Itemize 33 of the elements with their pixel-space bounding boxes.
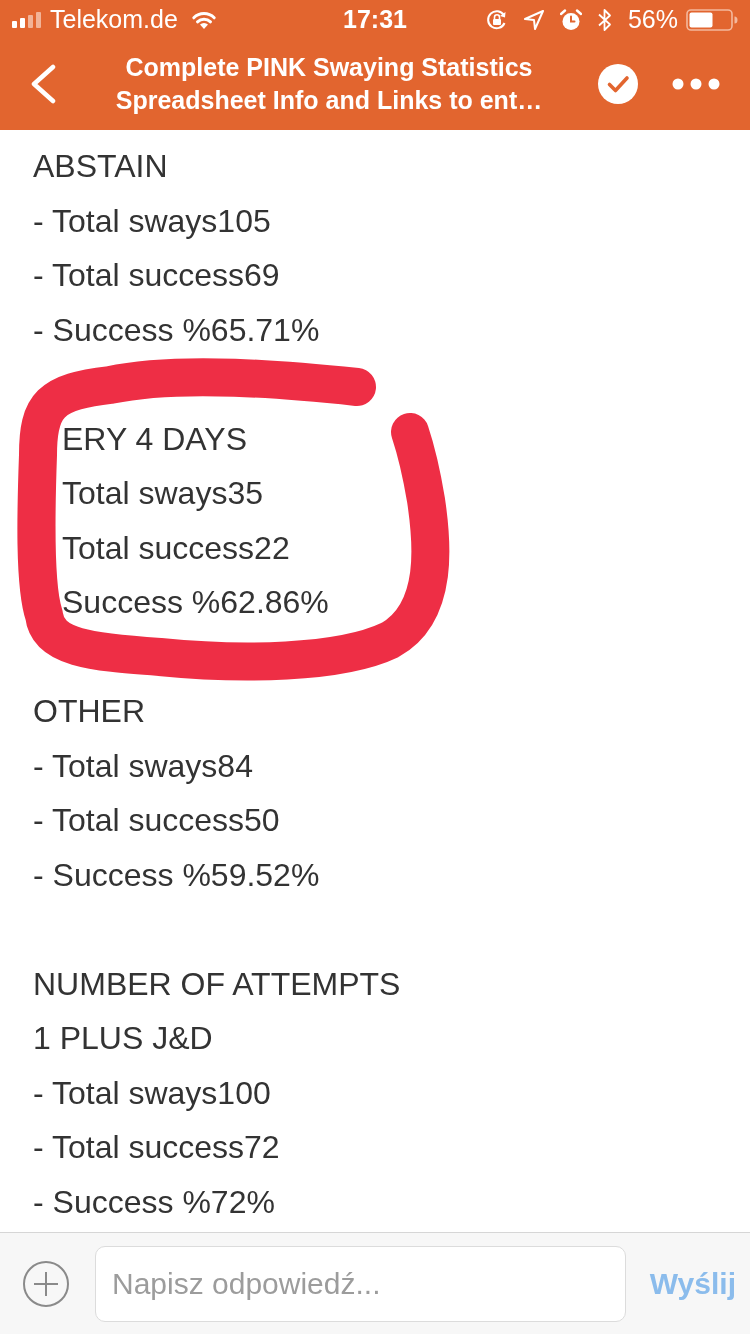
conversation-title: Complete PINK Swaying Statistics Spreadsheet Info and Links to ent… (114, 52, 544, 116)
battery-percentage: 56% (627, 4, 678, 36)
note-text-line: - Success %65.71% (33, 310, 320, 350)
more-options-icon[interactable] (672, 78, 720, 90)
note-text-line: Total success22 (62, 528, 290, 568)
location-arrow-icon (523, 10, 544, 30)
alarm-clock-icon (559, 9, 582, 31)
carrier-name: Telekom.de (50, 4, 178, 36)
note-text-line: NUMBER OF ATTEMPTS (33, 964, 401, 1004)
note-text-line: OTHER (33, 692, 145, 731)
check-circle-icon[interactable] (598, 64, 638, 104)
rotation-lock-icon (485, 9, 508, 31)
note-text-line: Total sways35 (62, 474, 263, 513)
note-text-line: - Success %72% (33, 1182, 275, 1222)
note-text-line: - Total sways84 (33, 746, 253, 786)
note-text-line: - Success %59.52% (33, 855, 320, 895)
add-icon[interactable] (23, 1260, 69, 1307)
note-text-line: - Total sways100 (33, 1073, 271, 1113)
note-text-line: ERY 4 DAYS (62, 419, 247, 459)
note-text-line: - Total sways105 (33, 201, 271, 241)
signal-strength-icon (12, 12, 42, 28)
back-icon[interactable] (30, 64, 56, 104)
note-text-line: - Total success72 (33, 1128, 280, 1167)
status-time: 17:31 (343, 4, 407, 36)
battery-icon (686, 9, 738, 31)
note-text-line: ABSTAIN (33, 147, 168, 186)
reply-input-field[interactable]: Napisz odpowiedź... (95, 1245, 626, 1322)
wifi-icon (189, 11, 218, 29)
note-text-line: - Total success50 (33, 801, 280, 840)
note-text-line: Success %62.86% (62, 583, 329, 622)
note-text-line: - Total success69 (33, 256, 280, 295)
note-text-line: 1 PLUS J&D (33, 1019, 213, 1058)
bluetooth-icon (597, 8, 612, 32)
